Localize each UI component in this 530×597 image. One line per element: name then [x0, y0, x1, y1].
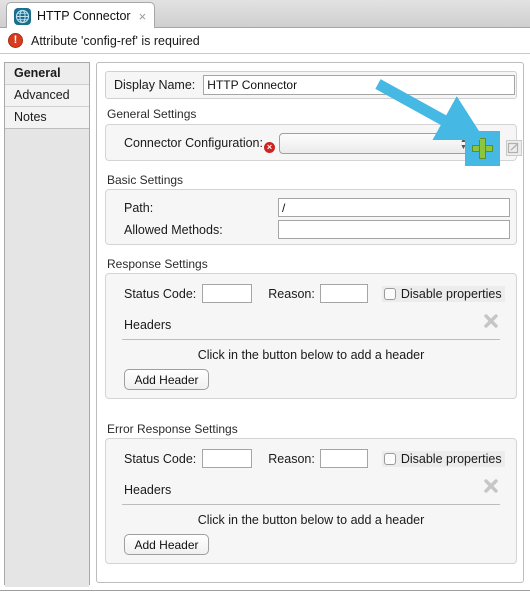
error-response-headers-label: Headers — [124, 483, 172, 497]
sidebar-item-general[interactable]: General — [5, 63, 89, 85]
error-circle-icon: ! — [8, 33, 23, 48]
sidebar-empty-area — [5, 129, 89, 587]
error-response-status-code-label: Status Code: — [124, 451, 197, 466]
error-response-disable-properties-label: Disable properties — [400, 451, 502, 466]
connector-configuration-select[interactable]: ▲ ▼ — [279, 133, 474, 154]
error-message: Attribute 'config-ref' is required — [31, 33, 200, 48]
tab-http-connector[interactable]: HTTP Connector × — [6, 2, 156, 29]
sidebar-item-notes[interactable]: Notes — [5, 107, 89, 129]
error-response-disable-properties-checkbox[interactable]: Disable properties — [381, 450, 505, 467]
error-response-settings-title: Error Response Settings — [107, 422, 238, 436]
settings-panel: Display Name: General Settings Connector… — [96, 62, 524, 583]
response-headers-hint: Click in the button below to add a heade… — [197, 348, 425, 362]
error-response-reason-input[interactable] — [319, 449, 368, 468]
response-add-header-button[interactable]: Add Header — [124, 369, 209, 390]
display-name-row: Display Name: — [105, 71, 517, 99]
response-status-row: Status Code: Reason: Disable properties — [124, 284, 505, 303]
checkbox-box-icon — [383, 452, 396, 465]
error-response-settings-group: Status Code: Reason: Disable properties … — [105, 438, 517, 564]
sidebar: General Advanced Notes — [4, 62, 90, 587]
headers-divider — [122, 339, 500, 340]
general-settings-title: General Settings — [107, 107, 197, 121]
response-status-code-input[interactable] — [202, 284, 253, 303]
checkbox-box-icon — [383, 287, 396, 300]
headers-divider — [122, 504, 500, 505]
general-settings-group: Connector Configuration: × ▲ ▼ — [105, 124, 522, 166]
configuration-error-badge: × — [264, 142, 275, 153]
response-status-code-label: Status Code: — [124, 286, 197, 301]
error-response-status-code-input[interactable] — [202, 449, 253, 468]
display-name-label: Display Name: — [114, 78, 196, 92]
error-response-add-header-button[interactable]: Add Header — [124, 534, 209, 555]
path-input[interactable] — [278, 198, 510, 217]
add-configuration-button[interactable] — [472, 138, 493, 159]
error-response-status-row: Status Code: Reason: Disable properties — [124, 449, 505, 468]
allowed-methods-input[interactable] — [278, 220, 510, 239]
response-reason-label: Reason: — [268, 286, 315, 301]
window-bottom-divider — [0, 590, 530, 591]
basic-settings-group: Path: Allowed Methods: — [105, 189, 517, 245]
delete-x-icon[interactable] — [482, 477, 500, 495]
response-disable-properties-label: Disable properties — [400, 286, 502, 301]
response-reason-input[interactable] — [319, 284, 368, 303]
connector-configuration-label: Connector Configuration: — [124, 136, 263, 150]
response-headers-label: Headers — [124, 318, 172, 332]
tab-bar: HTTP Connector × — [0, 0, 530, 29]
path-label: Path: — [124, 200, 154, 215]
response-settings-title: Response Settings — [107, 257, 208, 271]
allowed-methods-label: Allowed Methods: — [124, 222, 223, 237]
add-configuration-highlight — [465, 131, 500, 166]
display-name-input[interactable] — [203, 75, 516, 95]
error-banner: ! Attribute 'config-ref' is required — [0, 28, 530, 54]
delete-x-icon[interactable] — [482, 312, 500, 330]
error-response-reason-label: Reason: — [268, 451, 315, 466]
error-response-headers-hint: Click in the button below to add a heade… — [197, 513, 425, 527]
globe-icon — [14, 7, 31, 25]
edit-configuration-button[interactable] — [506, 140, 522, 156]
response-disable-properties-checkbox[interactable]: Disable properties — [381, 285, 505, 302]
basic-settings-title: Basic Settings — [107, 173, 184, 187]
tab-label: HTTP Connector — [37, 9, 131, 23]
allowed-methods-row: Allowed Methods: — [124, 220, 510, 239]
sidebar-item-advanced[interactable]: Advanced — [5, 85, 89, 107]
close-icon[interactable]: × — [137, 10, 147, 23]
response-settings-group: Status Code: Reason: Disable properties … — [105, 273, 517, 399]
path-row: Path: — [124, 198, 510, 217]
